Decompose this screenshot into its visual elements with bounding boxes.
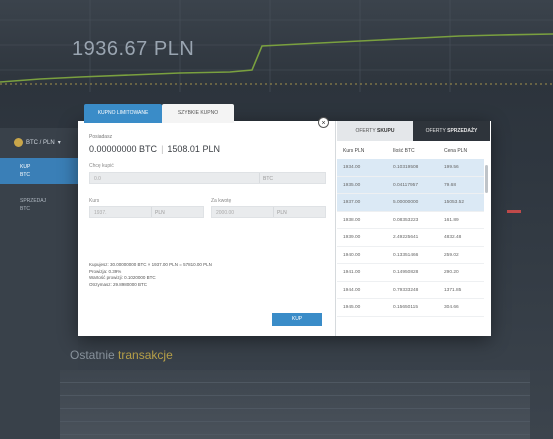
- amount-label: Chcę kupić: [89, 163, 114, 169]
- table-cell: 1371.85: [444, 287, 462, 293]
- sidebar-item-sub: BTC: [20, 206, 30, 212]
- current-price: 1936.67 PLN: [72, 38, 195, 60]
- price-chart: 1936.67 PLN: [0, 0, 553, 92]
- available-balance: 0.00000000 BTC | 1508.01 PLN: [89, 144, 220, 154]
- table-cell: 0.14950828: [393, 270, 419, 275]
- table-cell: 0.08353223: [393, 217, 419, 223]
- tab-sell-offers[interactable]: OFERTY SPRZEDAŻY: [413, 121, 490, 141]
- pair-label: BTC / PLN: [26, 139, 55, 146]
- currency-pair-selector[interactable]: BTC / PLN ▾: [14, 138, 61, 147]
- table-cell: 259.02: [444, 252, 459, 258]
- table-row[interactable]: 1939.00 2.49225641 4832.48: [337, 229, 484, 247]
- table-cell: 1939.00: [343, 235, 361, 240]
- table-cell: 1937.00: [343, 200, 361, 205]
- table-row[interactable]: 1938.00 0.08353223 161.89: [337, 212, 484, 229]
- table-row[interactable]: 1944.00 0.79333248 1371.85: [337, 282, 484, 299]
- table-cell: 4832.48: [444, 235, 462, 240]
- offers-scrollbar[interactable]: [485, 165, 488, 193]
- table-cell: 1935.00: [343, 182, 361, 188]
- tab-limit-buy[interactable]: KUPNO LIMITOWANE: [84, 104, 162, 123]
- table-row[interactable]: 1940.00 0.13351466 259.02: [337, 247, 484, 264]
- table-cell: 290.20: [444, 270, 459, 275]
- offers-tabs: OFERTY SKUPU OFERTY SPRZEDAŻY: [337, 121, 490, 141]
- table-cell: 1945.00: [343, 305, 361, 310]
- offers-table-header: Kurs PLN Ilość BTC Cena PLN: [343, 148, 468, 154]
- table-cell: 15053.52: [444, 200, 465, 205]
- table-row[interactable]: 1941.00 0.14950828 290.20: [337, 264, 484, 282]
- status-marker: [507, 210, 521, 213]
- sidebar-item-sub: BTC: [20, 172, 30, 178]
- table-cell: 1941.00: [343, 270, 361, 275]
- table-cell: 0.10319508: [393, 165, 419, 170]
- order-summary: Kupujesz: 30.00000000 BTC × 1937.00 PLN …: [89, 262, 212, 287]
- table-cell: 0.79333248: [393, 287, 419, 293]
- rate-label: Kurs: [89, 198, 100, 204]
- sidebar-item-label: SPRZEDAJ: [20, 198, 47, 204]
- history-table: [60, 370, 530, 439]
- table-cell: 5.00000000: [393, 200, 419, 205]
- table-row[interactable]: 1945.00 0.15650115 304.66: [337, 299, 484, 317]
- available-label: Posiadasz: [89, 134, 113, 140]
- table-cell: 161.89: [444, 217, 459, 223]
- close-icon[interactable]: ×: [318, 117, 329, 128]
- chevron-down-icon: ▾: [57, 140, 61, 146]
- total-label: Za kwotę: [211, 198, 232, 204]
- sidebar-item-sell[interactable]: SPRZEDAJ BTC: [0, 192, 78, 218]
- amount-field[interactable]: 0.0 BTC: [89, 172, 326, 184]
- rate-field[interactable]: 1937. PLN: [89, 206, 204, 218]
- sidebar-item-label: KUP: [20, 164, 31, 170]
- table-cell: 0.13351466: [393, 252, 419, 258]
- buy-button[interactable]: KUP: [272, 313, 322, 326]
- table-cell: 79.68: [444, 182, 457, 188]
- history-title: Ostatnie transakcje: [70, 348, 173, 362]
- bitcoin-icon: [14, 138, 23, 147]
- table-cell: 1934.00: [343, 165, 361, 170]
- sidebar-item-buy[interactable]: KUP BTC: [0, 158, 78, 184]
- table-row[interactable]: 1935.00 0.04117957 79.68: [337, 176, 484, 194]
- table-cell: 1940.00: [343, 252, 361, 258]
- tab-buy-offers[interactable]: OFERTY SKUPU: [337, 121, 413, 141]
- table-cell: 1944.00: [343, 287, 361, 293]
- offers-table: 1934.00 0.10319508 199.56 1935.00 0.04117957…: [337, 159, 484, 317]
- table-cell: 0.15650115: [393, 305, 418, 310]
- tab-quick-buy[interactable]: SZYBKIE KUPNO: [162, 104, 234, 123]
- table-cell: 0.04117957: [393, 182, 418, 188]
- table-cell: 199.56: [444, 165, 459, 170]
- table-cell: 2.49225641: [393, 235, 419, 240]
- table-cell: 1938.00: [343, 217, 361, 223]
- table-row[interactable]: 1934.00 0.10319508 199.56: [337, 159, 484, 177]
- table-row[interactable]: 1937.00 5.00000000 15053.52: [337, 194, 484, 212]
- total-field[interactable]: 2000.00 PLN: [211, 206, 326, 218]
- table-cell: 304.66: [444, 305, 459, 310]
